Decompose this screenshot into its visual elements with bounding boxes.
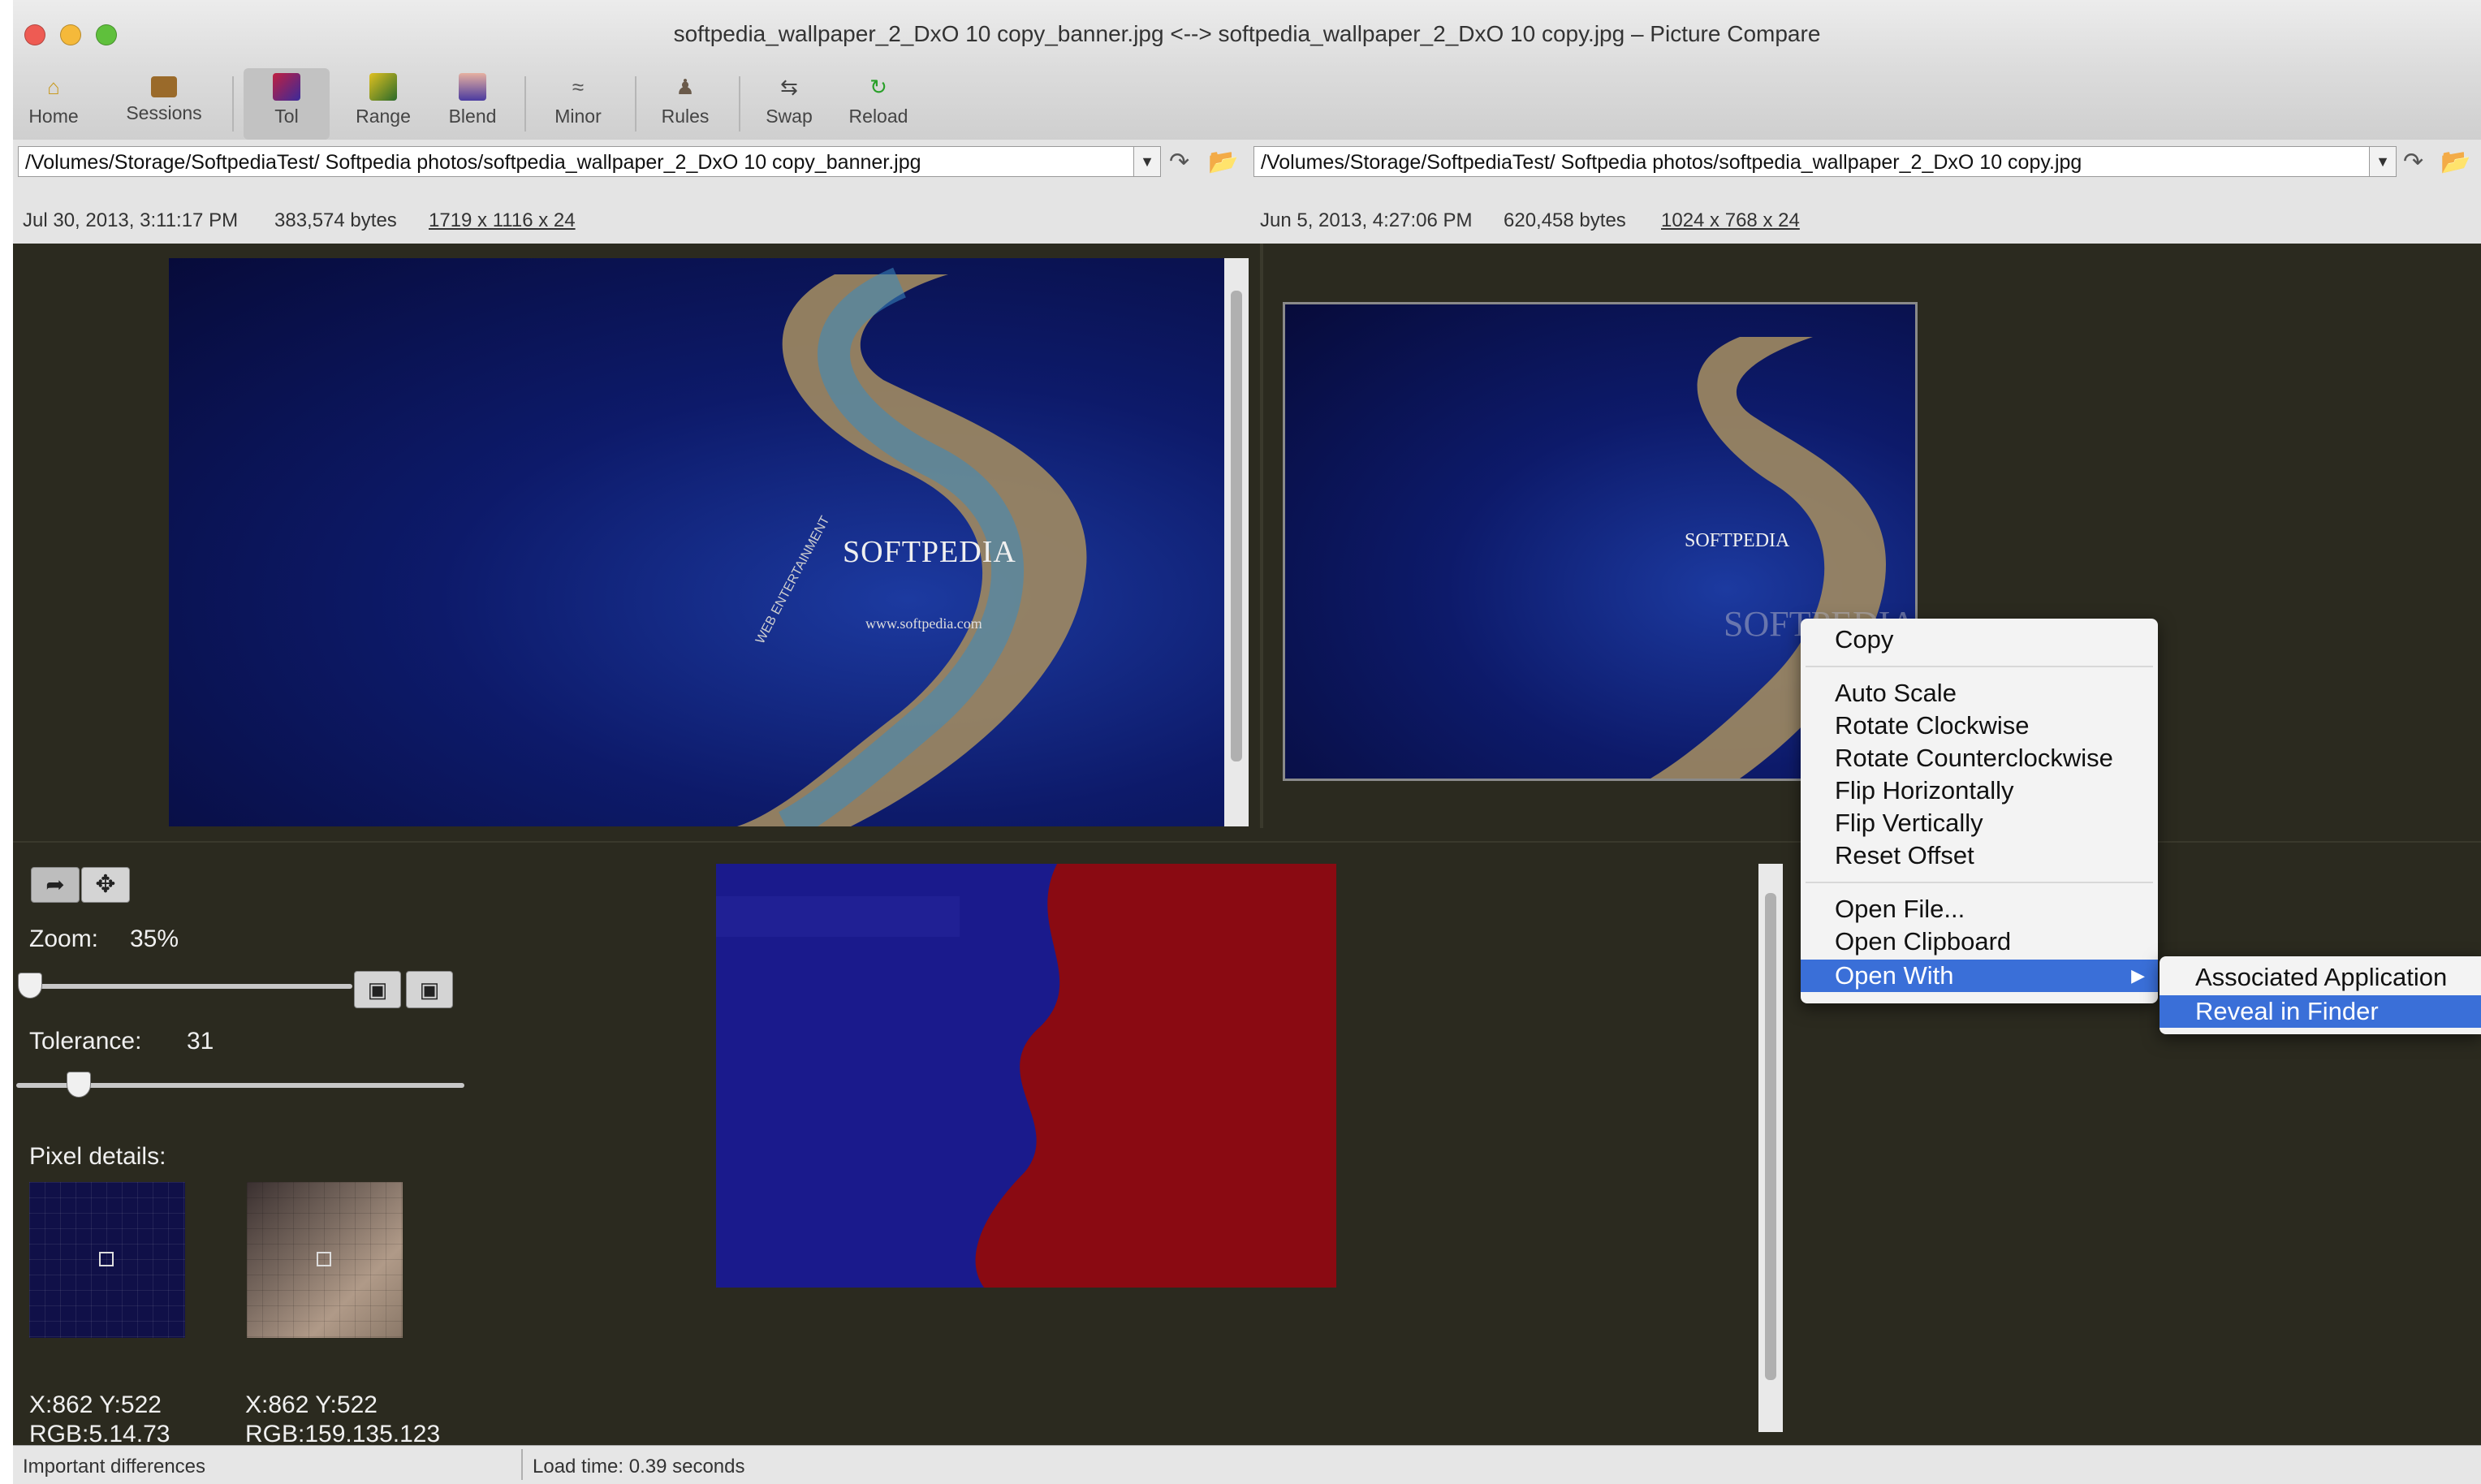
menu-item-associated-application[interactable]: Associated Application bbox=[2160, 961, 2481, 994]
open-with-submenu: Associated Application Reveal in Finder bbox=[2160, 956, 2481, 1034]
reload-icon: ↻ bbox=[869, 75, 887, 99]
move-icon: ✥ bbox=[95, 871, 116, 898]
blend-button[interactable]: Blend bbox=[432, 68, 513, 140]
right-path-dropdown[interactable]: ▼ bbox=[2369, 146, 2397, 177]
status-divider bbox=[521, 1449, 523, 1480]
fit-to-window-button[interactable]: ▣ bbox=[354, 971, 401, 1008]
left-brand-text: SOFTPEDIA bbox=[843, 535, 1016, 569]
rules-button[interactable]: ♟ Rules bbox=[645, 68, 726, 140]
zoom-slider-knob[interactable] bbox=[18, 973, 42, 999]
file-info-bar: Jul 30, 2013, 3:11:17 PM 383,574 bytes 1… bbox=[13, 185, 2481, 244]
swap-button[interactable]: ⇆ Swap bbox=[749, 68, 830, 140]
judge-icon: ♟ bbox=[675, 75, 695, 99]
menu-item-reveal-in-finder[interactable]: Reveal in Finder bbox=[2160, 995, 2481, 1028]
right-pixel-grid bbox=[247, 1182, 403, 1338]
menu-separator bbox=[1806, 666, 2153, 667]
menu-item-rotate-clockwise[interactable]: Rotate Clockwise bbox=[1801, 710, 2158, 742]
fit-icon: ▣ bbox=[367, 977, 388, 1002]
pan-tool-button[interactable]: ✥ bbox=[81, 867, 130, 903]
zoom-slider-track[interactable] bbox=[29, 984, 352, 989]
left-image[interactable]: SOFTPEDIA www.softpedia.com WEB ENTERTAI… bbox=[169, 258, 1224, 826]
menu-item-auto-scale[interactable]: Auto Scale bbox=[1801, 677, 2158, 710]
menu-item-copy[interactable]: Copy bbox=[1801, 623, 2158, 656]
right-refresh-icon[interactable]: ↷ bbox=[2403, 148, 2423, 176]
tolerance-icon bbox=[273, 73, 300, 101]
submenu-arrow-icon: ▶ bbox=[2131, 965, 2145, 986]
left-pixel-rgb: RGB:5.14.73 bbox=[29, 1421, 170, 1447]
right-open-folder-icon[interactable]: 📂 bbox=[2440, 148, 2470, 176]
actual-size-icon: ▣ bbox=[419, 977, 440, 1002]
range-icon bbox=[369, 73, 397, 101]
status-left: Important differences bbox=[23, 1456, 206, 1478]
toolbar: ⌂ Home Sessions Tol Range Blend ≈ Minor … bbox=[13, 68, 2481, 140]
minor-button[interactable]: ≈ Minor bbox=[537, 68, 619, 140]
right-pixel-coords: X:862 Y:522 bbox=[245, 1391, 378, 1418]
tol-button[interactable]: Tol bbox=[244, 68, 330, 140]
left-image-scrollbar[interactable] bbox=[1224, 258, 1249, 826]
difference-scroll-thumb[interactable] bbox=[1765, 893, 1776, 1380]
menu-item-open-with[interactable]: Open With ▶ bbox=[1801, 960, 2158, 992]
zoom-label: Zoom: bbox=[29, 925, 99, 952]
tolerance-value: 31 bbox=[187, 1028, 214, 1055]
pointer-tool-button[interactable]: ➦ bbox=[31, 867, 80, 903]
left-path-dropdown[interactable]: ▼ bbox=[1133, 146, 1161, 177]
left-pixel-coords: X:862 Y:522 bbox=[29, 1391, 162, 1418]
menu-item-flip-horizontally[interactable]: Flip Horizontally bbox=[1801, 774, 2158, 807]
right-file-date: Jun 5, 2013, 4:27:06 PM bbox=[1260, 209, 1473, 231]
left-pixel-grid bbox=[29, 1182, 185, 1338]
right-file-size: 620,458 bytes bbox=[1504, 209, 1626, 231]
left-url-text: www.softpedia.com bbox=[865, 615, 982, 632]
right-path-field[interactable]: /Volumes/Storage/SoftpediaTest/ Softpedi… bbox=[1253, 146, 2371, 177]
menu-item-open-file[interactable]: Open File... bbox=[1801, 893, 2158, 925]
difference-image[interactable] bbox=[716, 864, 1336, 1288]
menu-item-open-clipboard[interactable]: Open Clipboard bbox=[1801, 925, 2158, 958]
difference-scrollbar[interactable] bbox=[1758, 864, 1783, 1432]
home-button[interactable]: ⌂ Home bbox=[21, 68, 86, 140]
menu-item-rotate-counterclockwise[interactable]: Rotate Counterclockwise bbox=[1801, 742, 2158, 774]
swap-icon: ⇆ bbox=[780, 75, 798, 99]
home-icon: ⌂ bbox=[47, 75, 60, 99]
zoom-value: 35% bbox=[130, 925, 179, 952]
island-graphic bbox=[737, 267, 1087, 826]
right-brand-text: SOFTPEDIA bbox=[1685, 530, 1790, 551]
left-file-date: Jul 30, 2013, 3:11:17 PM bbox=[23, 209, 239, 231]
right-pixel-rgb: RGB:159.135.123 bbox=[245, 1421, 441, 1447]
status-right: Load time: 0.39 seconds bbox=[533, 1456, 745, 1478]
left-pixel-cursor bbox=[99, 1252, 114, 1266]
reload-button[interactable]: ↻ Reload bbox=[838, 68, 919, 140]
approx-icon: ≈ bbox=[572, 75, 585, 99]
menu-separator bbox=[1806, 882, 2153, 883]
briefcase-icon bbox=[151, 76, 177, 97]
actual-size-button[interactable]: ▣ bbox=[406, 971, 453, 1008]
menu-item-reset-offset[interactable]: Reset Offset bbox=[1801, 839, 2158, 872]
range-button[interactable]: Range bbox=[343, 68, 424, 140]
tolerance-slider-knob[interactable] bbox=[67, 1072, 91, 1098]
left-file-size: 383,574 bytes bbox=[274, 209, 397, 231]
toolbar-divider bbox=[635, 76, 636, 132]
left-path-field[interactable]: /Volumes/Storage/SoftpediaTest/ Softpedi… bbox=[18, 146, 1135, 177]
difference-regions bbox=[716, 864, 1336, 1288]
sessions-button[interactable]: Sessions bbox=[123, 68, 205, 140]
pane-divider[interactable] bbox=[1260, 244, 1263, 828]
left-scroll-thumb[interactable] bbox=[1231, 291, 1242, 761]
right-file-dims[interactable]: 1024 x 768 x 24 bbox=[1661, 209, 1800, 232]
tolerance-label: Tolerance: bbox=[29, 1028, 142, 1055]
path-bar: /Volumes/Storage/SoftpediaTest/ Softpedi… bbox=[13, 140, 2481, 185]
pixel-details-label: Pixel details: bbox=[29, 1143, 166, 1170]
toolbar-divider bbox=[232, 76, 234, 132]
blend-icon bbox=[459, 73, 486, 101]
right-pixel-cursor bbox=[317, 1252, 331, 1266]
left-open-folder-icon[interactable]: 📂 bbox=[1208, 148, 1238, 176]
menu-item-flip-vertically[interactable]: Flip Vertically bbox=[1801, 807, 2158, 839]
left-refresh-icon[interactable]: ↷ bbox=[1169, 148, 1189, 176]
toolbar-divider bbox=[524, 76, 526, 132]
context-menu: Copy Auto Scale Rotate Clockwise Rotate … bbox=[1801, 619, 2158, 1003]
toolbar-divider bbox=[739, 76, 740, 132]
pointer-icon: ➦ bbox=[45, 872, 65, 897]
window-title: softpedia_wallpaper_2_DxO 10 copy_banner… bbox=[673, 21, 1821, 46]
status-bar: Important differences Load time: 0.39 se… bbox=[13, 1445, 2481, 1484]
left-file-dims[interactable]: 1719 x 1116 x 24 bbox=[429, 209, 576, 232]
